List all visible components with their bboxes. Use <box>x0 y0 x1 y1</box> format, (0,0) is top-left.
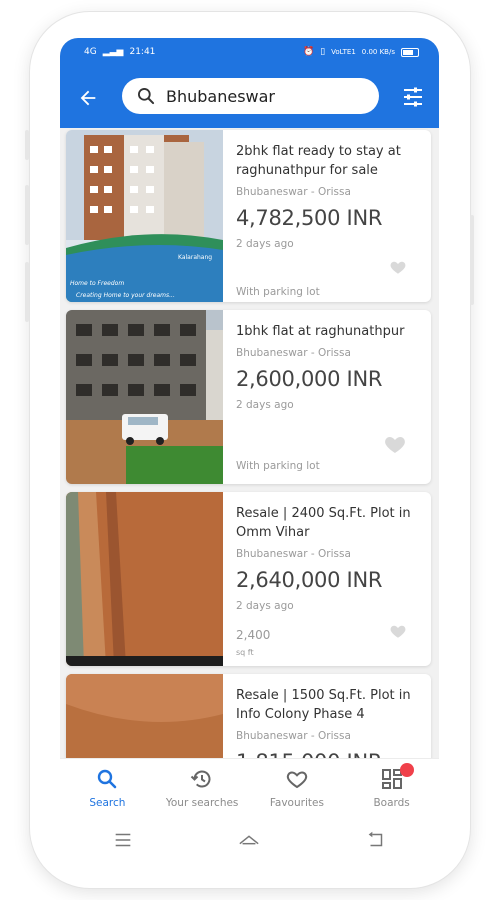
side-button-right <box>470 215 474 305</box>
app-header <box>60 66 439 128</box>
listing-image-plot <box>66 492 223 666</box>
listing-title: 1bhk flat at raghunathpur <box>236 324 405 339</box>
battery-icon <box>401 47 419 57</box>
listing-location: Bhubaneswar - Orissa <box>236 730 351 742</box>
favourite-heart-icon[interactable] <box>383 432 407 456</box>
listing-area-unit: sq ft <box>236 648 254 657</box>
listing-image-building <box>66 130 223 302</box>
nav-your-searches-label: Your searches <box>165 797 239 809</box>
listing-title: 2bhk flat ready to stay at raghunathpur … <box>236 144 401 178</box>
side-button-left-middle <box>25 185 29 245</box>
listing-title: Resale | 2400 Sq.Ft. Plot in Omm Vihar <box>236 506 411 540</box>
listing-age: 2 days ago <box>236 238 294 250</box>
image-caption-1: Kalarahang <box>178 254 213 261</box>
image-caption-3: Creating Home to your dreams... <box>76 292 175 299</box>
home-icon[interactable] <box>238 829 260 851</box>
back-button[interactable] <box>74 84 102 112</box>
heart-outline-icon <box>286 771 308 789</box>
listing-info: Resale | 2400 Sq.Ft. Plot in Omm Vihar B… <box>236 504 421 612</box>
listing-card[interactable]: 1bhk flat at raghunathpur Bhubaneswar - … <box>66 310 431 484</box>
listing-price: 2,640,000 INR <box>236 568 383 592</box>
listing-info: 1bhk flat at raghunathpur Bhubaneswar - … <box>236 322 421 411</box>
listing-location: Bhubaneswar - Orissa <box>236 186 351 198</box>
listing-card[interactable]: Kalarahang Home to Freedom Creating Home… <box>66 130 431 302</box>
listing-image-construction <box>66 310 223 484</box>
listing-extra: With parking lot <box>236 286 320 298</box>
favourite-heart-icon[interactable] <box>389 622 407 640</box>
system-navigation-bar <box>60 822 439 858</box>
search-icon <box>138 88 155 105</box>
nav-search[interactable]: Search <box>60 759 155 820</box>
alarm-icon: ⏰ <box>302 47 315 57</box>
listing-age: 2 days ago <box>236 399 294 411</box>
volte-indicator: VoLTE1 <box>331 48 356 56</box>
notification-badge <box>400 763 415 777</box>
search-input[interactable] <box>166 86 356 106</box>
bottom-navigation: Search Your searches Favourites Boards <box>60 758 439 820</box>
nav-search-label: Search <box>89 797 126 809</box>
back-icon[interactable] <box>365 829 387 851</box>
back-arrow-icon <box>80 90 96 106</box>
listing-title: Resale | 1500 Sq.Ft. Plot in Info Colony… <box>236 688 411 722</box>
listing-price: 2,600,000 INR <box>236 367 383 391</box>
image-caption-2: Home to Freedom <box>70 280 125 287</box>
listing-location: Bhubaneswar - Orissa <box>236 548 351 560</box>
side-button-left-bottom <box>25 262 29 322</box>
app-screen: 4G ▂▃▅ 21:41 ⏰ ▯ VoLTE1 0.00 KB/s Bhuban… <box>60 38 439 760</box>
nav-your-searches[interactable]: Your searches <box>155 759 250 820</box>
signal-icon: ▂▃▅ <box>102 47 124 57</box>
nav-favourites-label: Favourites <box>269 797 324 809</box>
menu-icon[interactable] <box>112 829 134 851</box>
nav-boards-label: Boards <box>373 797 410 809</box>
listing-extra: With parking lot <box>236 460 320 472</box>
listing-info: 2bhk flat ready to stay at raghunathpur … <box>236 142 421 250</box>
listing-card[interactable]: Resale | 2400 Sq.Ft. Plot in Omm Vihar B… <box>66 492 431 666</box>
listing-price: 4,782,500 INR <box>236 206 383 230</box>
listing-age: 2 days ago <box>236 600 294 612</box>
listing-image-plot <box>66 674 223 760</box>
favourite-heart-icon[interactable] <box>389 258 407 276</box>
status-time: 21:41 <box>129 47 156 57</box>
speed-indicator: 0.00 KB/s <box>361 48 395 56</box>
side-button-left-top <box>25 130 29 160</box>
listing-card[interactable]: Resale | 1500 Sq.Ft. Plot in Info Colony… <box>66 674 431 760</box>
search-bar[interactable] <box>122 78 379 114</box>
listing-info: Resale | 1500 Sq.Ft. Plot in Info Colony… <box>236 686 421 760</box>
history-icon <box>190 770 211 788</box>
nav-boards[interactable]: Boards <box>344 759 439 820</box>
vibrate-icon: ▯ <box>320 47 326 57</box>
status-bar: 4G ▂▃▅ 21:41 ⏰ ▯ VoLTE1 0.00 KB/s <box>60 38 439 66</box>
search-icon <box>98 769 117 789</box>
filter-button[interactable] <box>401 85 425 109</box>
listing-area: 2,400 <box>236 628 271 642</box>
nav-favourites[interactable]: Favourites <box>250 759 345 820</box>
listing-location: Bhubaneswar - Orissa <box>236 347 351 359</box>
filter-sliders-icon <box>404 87 422 107</box>
network-type: 4G <box>84 47 97 57</box>
